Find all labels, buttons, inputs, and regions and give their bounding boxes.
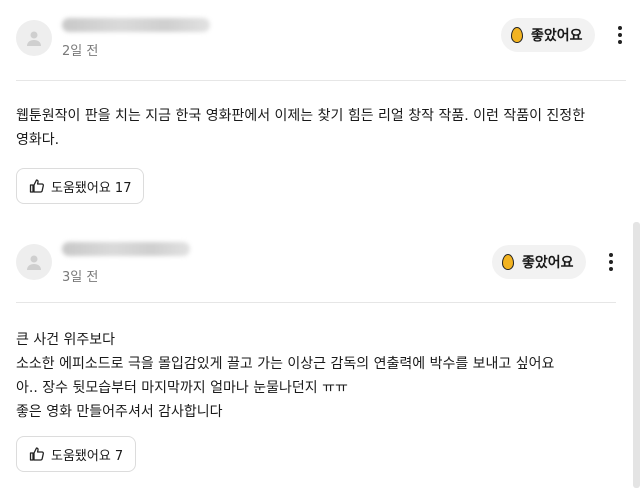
user-icon: [27, 255, 41, 270]
helpful-button[interactable]: 도움됐어요 17: [16, 168, 145, 204]
review-time: 2일 전: [62, 44, 99, 59]
username-blurred[interactable]: [62, 18, 210, 32]
helpful-button[interactable]: 도움됐어요 7: [16, 436, 137, 472]
avatar[interactable]: [16, 20, 52, 56]
more-options-icon[interactable]: [603, 250, 619, 274]
like-label: 좋았어요: [531, 28, 583, 44]
thumbs-up-icon: [29, 179, 44, 193]
avatar[interactable]: [16, 244, 52, 280]
scrollbar[interactable]: [633, 222, 640, 488]
helpful-label: 도움됐어요 17: [51, 180, 132, 196]
review-content: 웹툰원작이 판을 치는 지금 한국 영화판에서 이제는 찾기 힘든 리얼 창작 …: [16, 108, 586, 148]
review-card: 2일 전 좋았어요 웹툰원작이 판을 치는 지금 한국 영화판에서 이제는 찾기…: [0, 0, 640, 222]
like-button[interactable]: 좋았어요: [501, 18, 595, 52]
helpful-label: 도움됐어요 7: [51, 448, 124, 464]
more-options-icon[interactable]: [612, 23, 628, 47]
thumbs-up-icon: [29, 447, 44, 461]
divider: [16, 80, 626, 81]
review-content: 큰 사건 위주보다 소소한 에피소드로 극을 몰입감있게 끌고 가는 이상근 감…: [16, 332, 555, 420]
egg-icon: [502, 254, 514, 270]
like-button[interactable]: 좋았어요: [492, 245, 586, 279]
username-blurred[interactable]: [62, 242, 190, 256]
user-icon: [27, 31, 41, 46]
divider: [16, 302, 616, 303]
review-time: 3일 전: [62, 270, 99, 285]
egg-icon: [511, 27, 523, 43]
review-card: 3일 전 좋았어요 큰 사건 위주보다 소소한 에피소드로 극을 몰입감있게 끌…: [0, 222, 640, 488]
like-label: 좋았어요: [522, 255, 574, 271]
